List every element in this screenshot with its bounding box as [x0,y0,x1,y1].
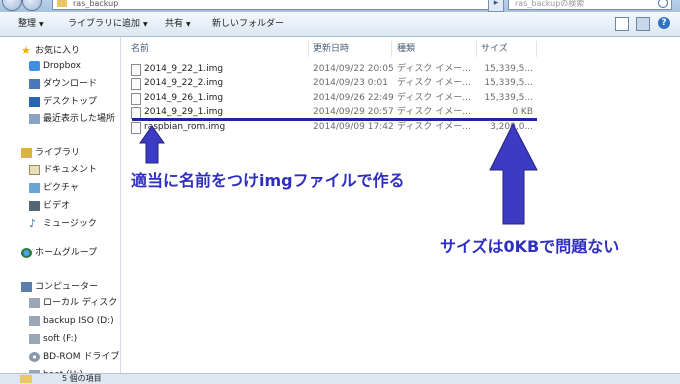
status-bar: 5 個の項目 [0,373,680,384]
annotation-arrows [139,122,538,225]
up-arrow-icon [489,122,538,225]
annotation-left-text: 適当に名前をつけimgファイルで作る [131,171,405,190]
annotation-right-text: サイズは0KBで問題ない [440,237,620,256]
up-arrow-icon [139,125,165,164]
folder-icon [20,375,32,383]
